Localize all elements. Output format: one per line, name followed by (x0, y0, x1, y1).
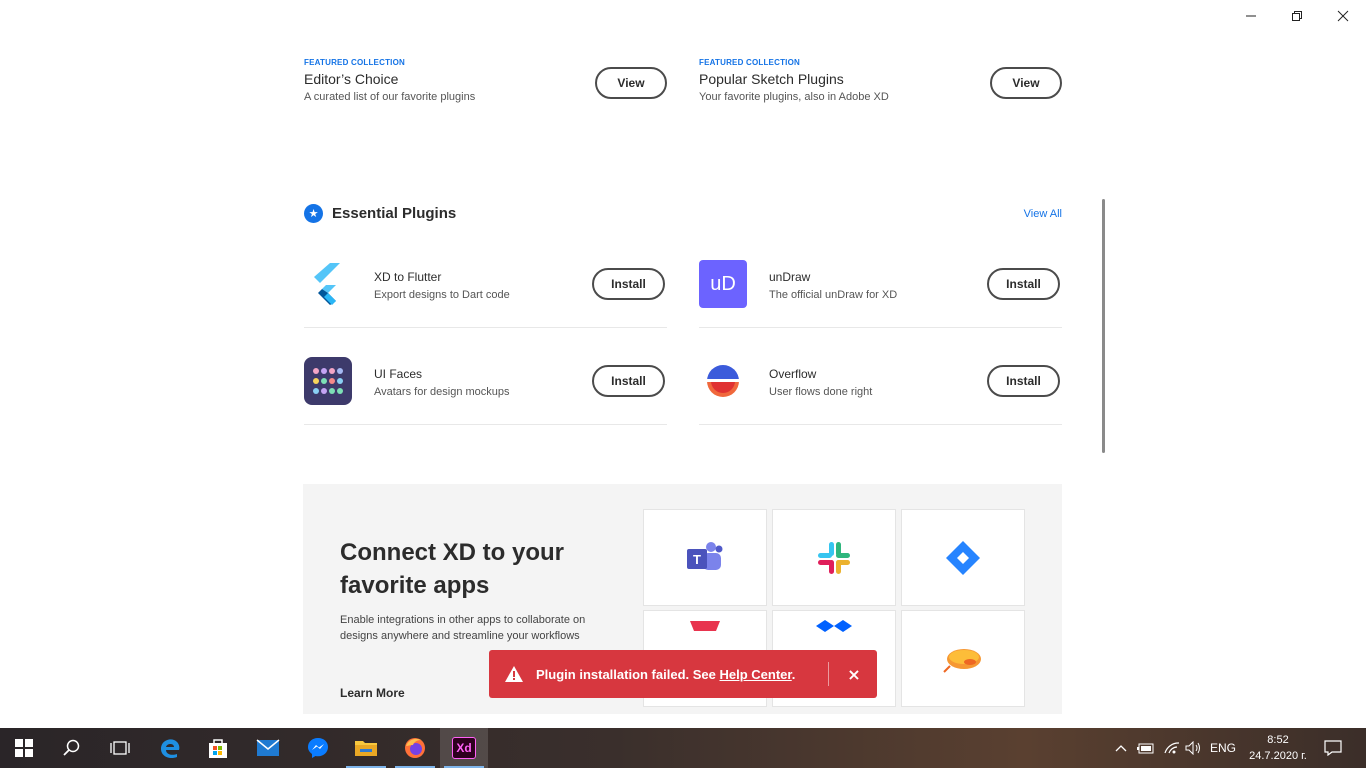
notification-icon[interactable] (1320, 728, 1346, 768)
wifi-icon[interactable] (1160, 728, 1184, 768)
connect-title: Connect XD to your favorite apps (340, 539, 565, 599)
teams-tile[interactable]: T (643, 509, 767, 606)
install-button[interactable]: Install (987, 365, 1060, 397)
jira-tile[interactable] (901, 509, 1025, 606)
plugin-card-xd-to-flutter[interactable]: XD to Flutter Export designs to Dart cod… (304, 260, 667, 328)
svg-text:T: T (693, 552, 701, 567)
toast-message: Plugin installation failed. See Help Cen… (536, 667, 795, 682)
featured-collection-sketch-plugins: FEATURED COLLECTION Popular Sketch Plugi… (699, 58, 1064, 118)
connect-description: Enable integrations in other apps to col… (340, 614, 586, 642)
start-icon[interactable] (0, 728, 48, 768)
toast-close-icon[interactable]: × (844, 664, 864, 684)
install-button[interactable]: Install (987, 268, 1060, 300)
learn-more-link[interactable]: Learn More (340, 686, 405, 700)
essential-plugins-header: ★ Essential Plugins (304, 204, 456, 223)
store-icon[interactable] (194, 728, 242, 768)
install-button[interactable]: Install (592, 365, 665, 397)
section-title: Essential Plugins (332, 205, 457, 222)
star-icon: ★ (304, 204, 323, 223)
view-all-link[interactable]: View All (1000, 208, 1062, 220)
plugin-description: Export designs to Dart code (374, 289, 510, 301)
help-center-link[interactable]: Help Center (719, 667, 791, 682)
plugin-name: XD to Flutter (374, 270, 442, 284)
slack-tile[interactable] (772, 509, 896, 606)
install-button[interactable]: Install (592, 268, 665, 300)
toast-message-end: . (791, 666, 796, 682)
minimize-icon[interactable] (1228, 0, 1274, 32)
language-indicator[interactable]: ENG (1206, 728, 1240, 768)
adobe-xd-plugins-window: FEATURED COLLECTION Editor’s Choice A cu… (0, 0, 1366, 728)
mail-icon[interactable] (244, 728, 292, 768)
plugin-description: User flows done right (769, 386, 873, 398)
volume-icon[interactable] (1182, 728, 1206, 768)
restore-icon[interactable] (1274, 0, 1320, 32)
error-toast: Plugin installation failed. See Help Cen… (489, 650, 877, 698)
firefox-icon[interactable] (391, 728, 439, 768)
battery-icon[interactable] (1134, 728, 1158, 768)
close-icon[interactable] (1320, 0, 1366, 32)
featured-tag: FEATURED COLLECTION (304, 58, 405, 67)
plugin-name: unDraw (769, 270, 811, 284)
toast-divider (828, 662, 829, 686)
dropbox-icon (816, 619, 852, 632)
ui-faces-icon (304, 357, 352, 405)
featured-tag: FEATURED COLLECTION (699, 58, 800, 67)
plugin-card-ui-faces[interactable]: UI Faces Avatars for design mockups Inst… (304, 357, 667, 425)
plugin-card-overflow[interactable]: Overflow User flows done right Install (699, 357, 1062, 425)
jira-icon (946, 540, 980, 575)
plugin-name: Overflow (769, 367, 817, 381)
view-button[interactable]: View (595, 67, 667, 99)
edge-icon[interactable] (146, 728, 194, 768)
scrollbar[interactable] (1102, 199, 1105, 453)
task-view-icon[interactable] (96, 728, 144, 768)
file-explorer-icon[interactable] (342, 728, 390, 768)
undraw-icon-text: uD (710, 272, 736, 295)
zeplin-icon (943, 648, 981, 673)
view-button[interactable]: View (990, 67, 1062, 99)
clock[interactable]: 8:52 24.7.2020 г. (1240, 732, 1316, 764)
plugin-description: Avatars for design mockups (374, 386, 510, 398)
messenger-icon[interactable] (294, 728, 342, 768)
featured-collection-editors-choice: FEATURED COLLECTION Editor’s Choice A cu… (304, 58, 669, 118)
plugin-name: UI Faces (374, 367, 423, 381)
adobe-xd-icon[interactable]: Xd (440, 728, 488, 768)
undraw-icon: uD (699, 260, 747, 308)
windows-taskbar: Xd ENG 8:52 24.7.2020 г. (0, 728, 1366, 768)
app-icon (690, 620, 720, 631)
teams-icon: T (687, 541, 723, 570)
clock-date: 24.7.2020 г. (1249, 750, 1307, 762)
zeplin-tile[interactable] (901, 610, 1025, 707)
toast-message-text: Plugin installation failed. See (536, 666, 720, 682)
flutter-icon (304, 260, 352, 308)
search-icon[interactable] (48, 728, 96, 768)
plugin-description: The official unDraw for XD (769, 289, 898, 301)
overflow-icon (699, 357, 747, 405)
plugin-card-undraw[interactable]: uD unDraw The official unDraw for XD Ins… (699, 260, 1062, 328)
warning-icon (504, 664, 524, 684)
clock-time: 8:52 (1267, 734, 1289, 746)
adobe-xd-label: Xd (456, 741, 472, 755)
slack-icon (818, 541, 850, 574)
chevron-up-icon[interactable] (1110, 728, 1132, 768)
